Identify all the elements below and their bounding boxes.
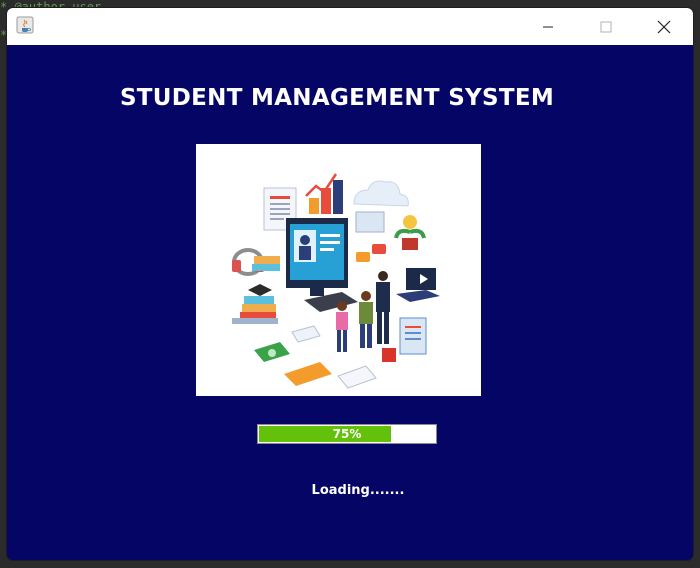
- splash-window: STUDENT MANAGEMENT SYSTEM 75% Loading...…: [6, 7, 694, 561]
- loading-progress-bar: 75%: [257, 424, 437, 444]
- splash-content: STUDENT MANAGEMENT SYSTEM 75% Loading...…: [7, 45, 693, 560]
- education-illustration-graphic: [232, 173, 440, 389]
- loading-status: Loading.......: [311, 483, 405, 498]
- education-illustration: [196, 144, 481, 396]
- java-app-icon: [16, 16, 34, 34]
- progress-label: 75%: [332, 427, 362, 441]
- close-icon: [657, 20, 671, 33]
- minimize-icon: [543, 26, 553, 27]
- minimize-button[interactable]: [519, 8, 577, 45]
- maximize-icon: [600, 21, 612, 32]
- maximize-button[interactable]: [577, 8, 635, 45]
- title-bar[interactable]: [7, 8, 693, 45]
- page-title: STUDENT MANAGEMENT SYSTEM: [119, 85, 555, 111]
- close-button[interactable]: [635, 8, 693, 45]
